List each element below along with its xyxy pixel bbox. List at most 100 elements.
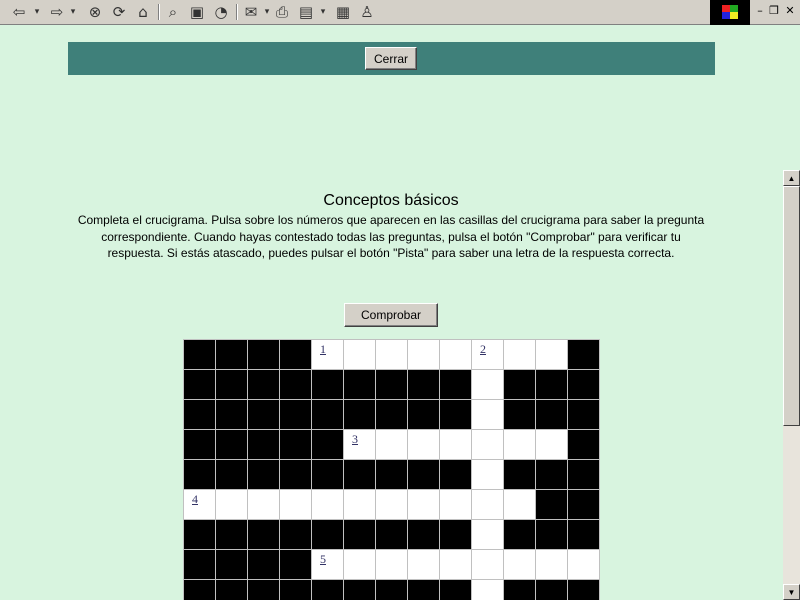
crossword-cell[interactable] (472, 520, 503, 549)
crossword-block (216, 550, 247, 579)
scroll-up-icon[interactable]: ▲ (783, 170, 800, 186)
crossword-cell[interactable] (568, 550, 599, 579)
back-dropdown-icon[interactable]: ▾ (32, 2, 42, 22)
browser-toolbar: ⇦ ▾ ⇨ ▾ ⊗ ⟳ ⌂ ⌕ ▣ ◔ ✉ ▾ ⎙ ▤ ▾ ▦ ♙ – ❐ ✕ (0, 0, 800, 25)
refresh-icon[interactable]: ⟳ (109, 2, 129, 22)
crossword-cell[interactable]: 4 (184, 490, 215, 519)
mail-dropdown-icon[interactable]: ▾ (262, 2, 272, 22)
crossword-block (216, 580, 247, 600)
crossword-cell[interactable] (472, 370, 503, 399)
crossword-cell[interactable]: 2 (472, 340, 503, 369)
crossword-cell[interactable] (472, 580, 503, 600)
crossword-block (248, 460, 279, 489)
forward-dropdown-icon[interactable]: ▾ (68, 2, 78, 22)
crossword-block (216, 430, 247, 459)
crossword-cell[interactable] (408, 430, 439, 459)
crossword-cell[interactable] (408, 550, 439, 579)
crossword-cell[interactable]: 1 (312, 340, 343, 369)
crossword-block (280, 580, 311, 600)
crossword-block (376, 460, 407, 489)
crossword-block (376, 370, 407, 399)
crossword-cell[interactable] (440, 550, 471, 579)
crossword-cell[interactable] (504, 340, 535, 369)
crossword-block (408, 580, 439, 600)
crossword-cell[interactable] (472, 430, 503, 459)
crossword-cell[interactable] (472, 460, 503, 489)
crossword-cell[interactable] (344, 490, 375, 519)
print-icon[interactable]: ⎙ (272, 2, 292, 22)
crossword-block (376, 520, 407, 549)
crossword-cell[interactable] (504, 490, 535, 519)
crossword-cell[interactable] (280, 490, 311, 519)
home-icon[interactable]: ⌂ (133, 2, 153, 22)
clue-number-link[interactable]: 5 (320, 552, 326, 567)
mail-icon[interactable]: ✉ (241, 2, 261, 22)
crossword-cell[interactable] (440, 340, 471, 369)
crossword-block (280, 400, 311, 429)
forward-icon[interactable]: ⇨ (48, 2, 66, 22)
history-icon[interactable]: ◔ (211, 2, 231, 22)
crossword-block (280, 460, 311, 489)
crossword-cell[interactable] (312, 490, 343, 519)
crossword-block (408, 400, 439, 429)
crossword-block (184, 520, 215, 549)
crossword-cell[interactable] (440, 430, 471, 459)
crossword-cell[interactable] (376, 490, 407, 519)
crossword-block (408, 370, 439, 399)
crossword-cell[interactable] (536, 430, 567, 459)
toolbar-separator (158, 4, 160, 20)
messenger-icon[interactable]: ♙ (357, 2, 377, 22)
crossword-cell[interactable] (376, 550, 407, 579)
crossword-cell[interactable] (344, 550, 375, 579)
crossword-cell[interactable] (408, 340, 439, 369)
clue-number-link[interactable]: 4 (192, 492, 198, 507)
crossword-cell[interactable] (408, 490, 439, 519)
crossword-cell[interactable] (248, 490, 279, 519)
clue-number-link[interactable]: 3 (352, 432, 358, 447)
stop-icon[interactable]: ⊗ (85, 2, 105, 22)
clue-number-link[interactable]: 2 (480, 342, 486, 357)
crossword-block (568, 490, 599, 519)
close-button[interactable]: Cerrar (365, 47, 417, 70)
crossword-cell[interactable] (216, 490, 247, 519)
crossword-cell[interactable] (344, 340, 375, 369)
crossword-block (344, 460, 375, 489)
scroll-down-icon[interactable]: ▼ (783, 584, 800, 600)
favorites-icon[interactable]: ▣ (187, 2, 207, 22)
crossword-cell[interactable]: 5 (312, 550, 343, 579)
back-icon[interactable]: ⇦ (10, 2, 28, 22)
crossword-cell[interactable] (504, 550, 535, 579)
vertical-scrollbar[interactable]: ▲ ▼ (783, 170, 800, 600)
crossword-block (280, 340, 311, 369)
crossword-cell[interactable] (472, 550, 503, 579)
edit-icon[interactable]: ▤ (296, 2, 316, 22)
crossword-cell[interactable] (536, 340, 567, 369)
discuss-icon[interactable]: ▦ (333, 2, 353, 22)
crossword-cell[interactable]: 3 (344, 430, 375, 459)
crossword-block (504, 370, 535, 399)
restore-icon[interactable]: ❐ (766, 2, 782, 18)
crossword-block (280, 550, 311, 579)
check-button[interactable]: Comprobar (344, 303, 438, 327)
crossword-block (408, 520, 439, 549)
crossword-cell[interactable] (504, 430, 535, 459)
search-icon[interactable]: ⌕ (163, 2, 183, 22)
crossword-cell[interactable] (440, 490, 471, 519)
crossword-cell[interactable] (376, 430, 407, 459)
header-bar: Cerrar (68, 42, 715, 75)
edit-dropdown-icon[interactable]: ▾ (318, 2, 328, 22)
crossword-cell[interactable] (472, 490, 503, 519)
clue-number-link[interactable]: 1 (320, 342, 326, 357)
crossword-block (568, 520, 599, 549)
crossword-block (344, 400, 375, 429)
crossword-block (312, 520, 343, 549)
crossword-cell[interactable] (536, 550, 567, 579)
crossword-block (184, 430, 215, 459)
crossword-block (184, 400, 215, 429)
crossword-block (504, 460, 535, 489)
crossword-cell[interactable] (376, 340, 407, 369)
crossword-block (248, 430, 279, 459)
close-window-icon[interactable]: ✕ (782, 2, 798, 18)
crossword-cell[interactable] (472, 400, 503, 429)
scrollbar-thumb[interactable] (783, 186, 800, 426)
